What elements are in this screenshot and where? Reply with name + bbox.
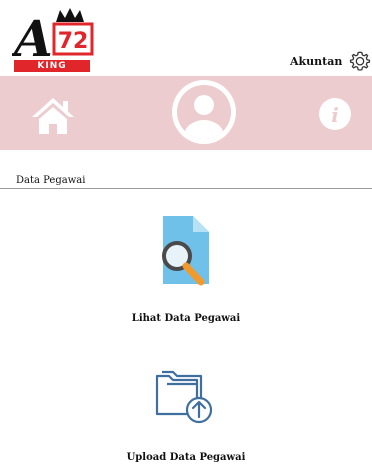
gear-icon[interactable]	[349, 50, 371, 72]
header: A 72 KING Akuntan	[0, 0, 372, 78]
logo-banner: KING	[14, 60, 90, 72]
view-employee-data-label[interactable]: Lihat Data Pegawai	[0, 313, 372, 324]
view-employee-data-action[interactable]	[0, 214, 372, 290]
home-icon[interactable]	[30, 96, 76, 136]
divider	[0, 188, 372, 189]
view-employee-data-label-wrap: Lihat Data Pegawai	[0, 313, 372, 324]
svg-text:i: i	[331, 103, 339, 127]
section-title: Data Pegawai	[16, 175, 86, 186]
upload-employee-data-label[interactable]: Upload Data Pegawai	[0, 452, 372, 463]
account-label[interactable]: Akuntan	[290, 55, 342, 68]
view-document-icon[interactable]	[153, 214, 219, 290]
info-icon[interactable]: i	[318, 97, 352, 131]
folder-upload-icon[interactable]	[151, 368, 221, 428]
upload-employee-data-action[interactable]	[0, 368, 372, 428]
upload-employee-data-label-wrap: Upload Data Pegawai	[0, 452, 372, 463]
svg-text:72: 72	[58, 29, 89, 54]
user-avatar-icon[interactable]	[170, 78, 238, 146]
